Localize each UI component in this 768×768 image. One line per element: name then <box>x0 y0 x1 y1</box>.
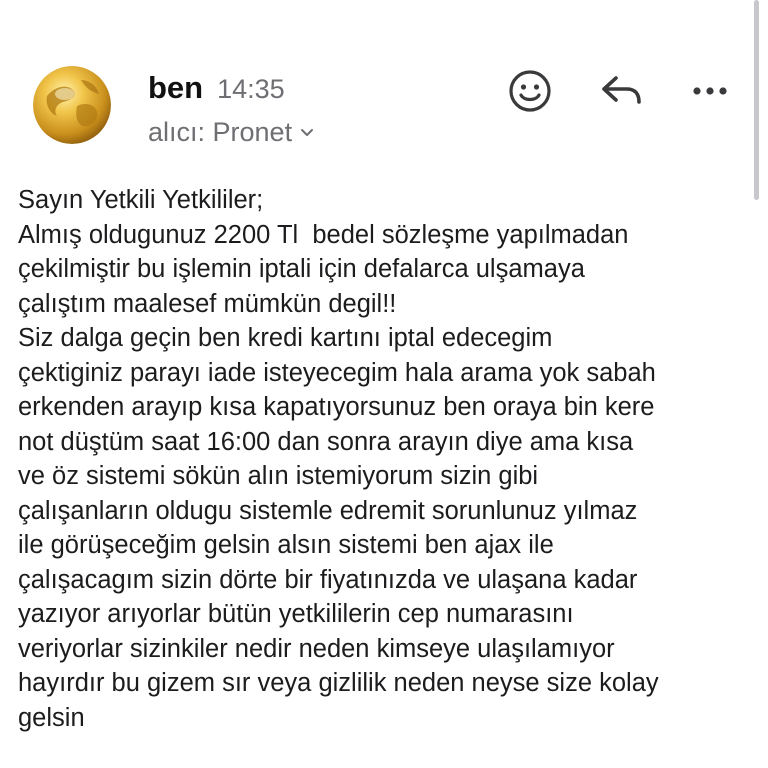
chevron-down-icon[interactable] <box>300 125 314 143</box>
sender-avatar[interactable] <box>33 66 111 144</box>
message-line: çekilmiştir bu işlemin iptali için defal… <box>18 255 585 283</box>
message-line: Siz dalga geçin ben kredi kartını iptal … <box>18 324 553 352</box>
recipient-label[interactable]: alıcı: Pronet <box>148 117 292 148</box>
message-time: 14:35 <box>217 74 285 104</box>
emoji-reaction-button[interactable] <box>507 68 553 114</box>
scrollbar[interactable] <box>754 0 759 200</box>
message-line: Sayın Yetkili Yetkililer; <box>18 186 264 214</box>
sender-name[interactable]: ben <box>148 70 203 106</box>
message-line: erkenden arayıp kısa kapatıyorsunuz ben … <box>18 393 655 421</box>
message-line: not düştüm saat 16:00 dan sonra arayın d… <box>18 427 634 456</box>
message-line: çalışacagım sizin dörte bir fiyatınızda … <box>18 565 638 594</box>
sender-row: ben 14:35 <box>148 70 285 106</box>
message-line: veriyorlar sizinkiler nedir neden kimsey… <box>18 634 615 663</box>
more-horizontal-icon <box>693 87 727 95</box>
message-line: Almış oldugunuz 2200 Tl bedel sözleşme y… <box>18 220 629 249</box>
message-line: çalıştım maalesef mümkün degil!! <box>18 289 397 318</box>
reply-arrow-icon <box>602 76 641 104</box>
smiley-face-icon <box>509 70 551 112</box>
message-line: çalışanların oldugu sistemle edremit sor… <box>18 496 638 525</box>
globe-icon <box>33 66 111 144</box>
message-line: ve öz sistemi sökün alın istemiyorum siz… <box>18 462 539 490</box>
recipient-row[interactable]: alıcı: Pronet <box>148 117 314 148</box>
message-line: gelsin <box>18 703 85 732</box>
reply-button[interactable] <box>599 70 645 112</box>
message-line: ile görüşeceğim gelsin alsın sistemi ben… <box>18 531 554 559</box>
message-line: yazıyor arıyorlar bütün yetkililerin cep… <box>18 600 574 628</box>
message-line: hayırdır bu gizem sır veya gizlilik nede… <box>18 669 659 697</box>
more-options-button[interactable] <box>690 76 730 106</box>
message-line: çektiginiz parayı iade isteyecegim hala … <box>18 358 656 387</box>
message-body: Sayın Yetkili Yetkililer; Almış oldugunu… <box>18 183 753 735</box>
